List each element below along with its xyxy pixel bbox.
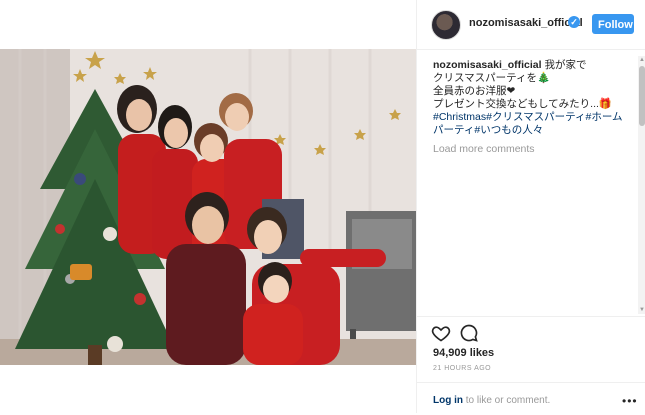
scroll-thumb[interactable]: [639, 66, 645, 126]
post-photo[interactable]: [0, 49, 416, 365]
login-prompt: Log in to like or comment.: [433, 395, 550, 406]
login-link[interactable]: Log in: [433, 395, 463, 406]
hashtag-link[interactable]: #Christmas: [433, 111, 486, 123]
hashtag-link[interactable]: #いつもの人々: [474, 124, 543, 136]
scroll-down-arrow-icon[interactable]: ▼: [638, 306, 645, 314]
hashtag-line: パーティ#いつもの人々: [433, 124, 629, 137]
caption-username[interactable]: nozomisasaki_official: [433, 59, 542, 71]
post-timestamp: 21 HOURS AGO: [433, 365, 492, 372]
comment-icon[interactable]: [459, 323, 479, 343]
avatar[interactable]: [431, 10, 461, 40]
comment-bar: Log in to like or comment. •••: [417, 382, 645, 415]
hashtag-link[interactable]: #クリスマスパーティ: [486, 111, 585, 123]
comment-section: nozomisasaki_official 我が家で クリスマスパーティを🎄 全…: [433, 59, 629, 156]
load-more-comments-link[interactable]: Load more comments: [433, 143, 629, 156]
post-header: nozomisasaki_official ✓ Follow: [417, 0, 645, 50]
heart-icon[interactable]: [431, 323, 451, 343]
likes-count[interactable]: 94,909 likes: [433, 347, 494, 359]
hashtag-link[interactable]: #ホーム: [586, 111, 623, 123]
post-actions: 94,909 likes 21 HOURS AGO Log in to like…: [417, 316, 645, 414]
caption-line: プレゼント交換などもしてみたり...🎁: [433, 98, 613, 110]
christmas-party-photo: [0, 49, 416, 365]
verified-badge-icon: ✓: [568, 16, 580, 28]
hashtag-line: #Christmas#クリスマスパーティ#ホーム: [433, 111, 629, 124]
follow-button[interactable]: Follow: [592, 14, 634, 34]
username[interactable]: nozomisasaki_official: [469, 17, 583, 29]
scroll-up-arrow-icon[interactable]: ▲: [638, 56, 645, 64]
caption-text: 我が家で: [544, 59, 587, 71]
caption-line: 全員赤のお洋服❤: [433, 85, 516, 97]
post-sidebar: nozomisasaki_official ✓ Follow nozomisas…: [416, 0, 645, 413]
login-prompt-text: to like or comment.: [463, 395, 551, 406]
caption-line: クリスマスパーティを🎄: [433, 72, 551, 84]
hashtag-link[interactable]: パーティ: [433, 124, 474, 136]
more-options-icon[interactable]: •••: [622, 394, 638, 408]
caption-line: nozomisasaki_official 我が家で: [433, 59, 629, 72]
comments-scrollbar[interactable]: ▲ ▼: [638, 56, 645, 314]
